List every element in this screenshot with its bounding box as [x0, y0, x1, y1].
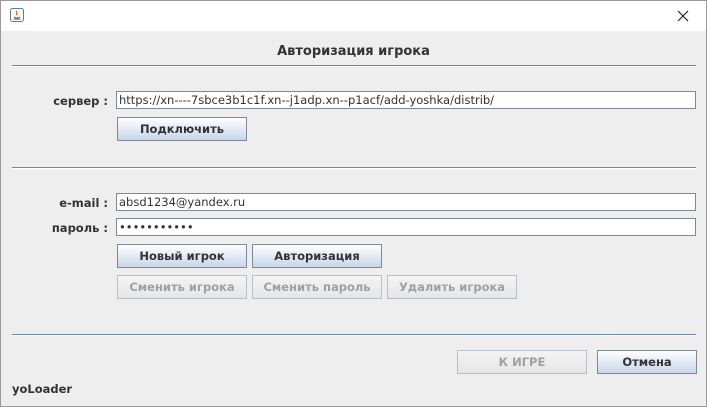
email-label: e-mail :	[59, 196, 108, 210]
dialog-heading: Авторизация игрока	[277, 44, 430, 59]
separator-top	[12, 65, 696, 67]
password-label: пароль :	[51, 221, 108, 235]
close-icon	[677, 10, 689, 22]
separator-middle	[12, 167, 696, 169]
title-bar[interactable]	[1, 1, 706, 31]
connect-button[interactable]: Подключить	[117, 117, 247, 141]
delete-player-button[interactable]: Удалить игрока	[387, 275, 517, 299]
change-password-button[interactable]: Сменить пароль	[252, 275, 382, 299]
server-url-input[interactable]: https://xn----7sbce3b1c1f.xn--j1adp.xn--…	[116, 91, 696, 109]
password-input[interactable]: •••••••••••	[116, 218, 696, 236]
app-name-label: yoLoader	[12, 382, 73, 396]
server-label: сервер :	[53, 94, 108, 108]
play-button[interactable]: К ИГРЕ	[457, 350, 587, 374]
cancel-button[interactable]: Отмена	[597, 350, 697, 374]
separator-bottom	[12, 334, 696, 336]
change-player-button[interactable]: Сменить игрока	[117, 275, 247, 299]
email-input[interactable]: absd1234@yandex.ru	[116, 193, 696, 211]
login-button[interactable]: Авторизация	[252, 244, 382, 268]
auth-dialog-window: Авторизация игрока сервер : https://xn--…	[0, 0, 707, 407]
new-player-button[interactable]: Новый игрок	[117, 244, 247, 268]
java-app-icon	[10, 8, 24, 22]
close-button[interactable]	[660, 1, 706, 31]
